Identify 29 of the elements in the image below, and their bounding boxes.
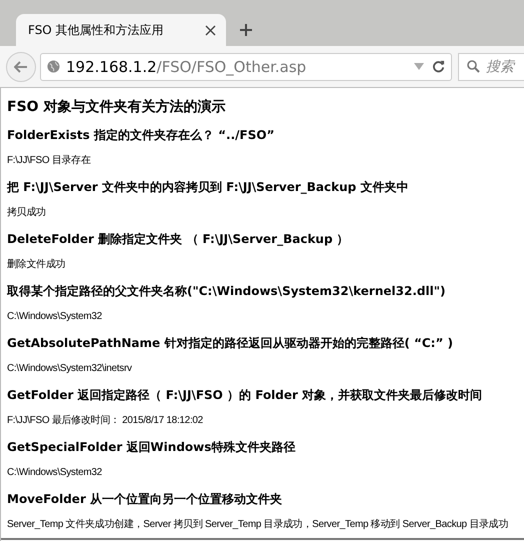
result-text: 拷贝成功 — [7, 206, 46, 220]
reload-icon[interactable] — [432, 60, 445, 73]
section-title: GetSpecialFolder 返回Windows特殊文件夹路径 — [7, 439, 296, 456]
result-text: 删除文件成功 — [7, 258, 66, 272]
result-text: C:\Windows\System32 — [7, 310, 102, 324]
new-tab-icon[interactable] — [240, 24, 252, 36]
result-text: Server_Temp 文件夹成功创建，Server 拷贝到 Server_Temp 目录成功，Server_Temp 移动到 Server_Backup 目录成功 — [7, 518, 508, 532]
globe-icon — [47, 60, 60, 73]
section-title: GetFolder 返回指定路径（ F:\JJ\FSO ）的 Folder 对象，并获取文件夹最后修改时间 — [7, 387, 482, 404]
back-button[interactable] — [6, 52, 36, 82]
search-icon — [467, 60, 480, 73]
section-title: DeleteFolder 删除指定文件夹 （ F:\JJ\Server_Backup ） — [7, 231, 349, 248]
back-arrow-icon — [14, 60, 28, 72]
close-icon[interactable] — [205, 24, 216, 36]
url-text: 192.168.1.2/FSO/FSO_Other.asp — [66, 58, 308, 76]
result-text: F:\JJ\FSO 最后修改时间： 2015/8/17 18:12:02 — [7, 414, 203, 428]
page-heading: FSO 对象与文件夹有关方法的演示 — [7, 98, 226, 117]
section-title: MoveFolder 从一个位置向另一个位置移动文件夹 — [7, 491, 282, 508]
result-text: C:\Windows\System32 — [7, 466, 102, 480]
tab-title: FSO 其他属性和方法应用 — [28, 22, 165, 38]
browser-tab[interactable]: FSO 其他属性和方法应用 — [16, 14, 226, 46]
section-title: 把 F:\JJ\Server 文件夹中的内容拷贝到 F:\JJ\Server_Backup 文件夹中 — [7, 179, 408, 196]
section-title: 取得某个指定路径的父文件夹名称("C:\Windows\System32\kernel32.dll") — [7, 283, 446, 300]
section-title: FolderExists 指定的文件夹存在么？ “../FSO” — [7, 127, 274, 144]
search-field[interactable]: 搜索 — [458, 52, 524, 80]
result-text: F:\JJ\FSO 目录存在 — [7, 154, 91, 168]
address-bar[interactable]: 192.168.1.2/FSO/FSO_Other.asp — [40, 52, 452, 80]
result-text: C:\Windows\System32\inetsrv — [7, 362, 132, 376]
section-title: GetAbsolutePathName 针对指定的路径返回从驱动器开始的完整路径( “C:” ) — [7, 335, 454, 352]
